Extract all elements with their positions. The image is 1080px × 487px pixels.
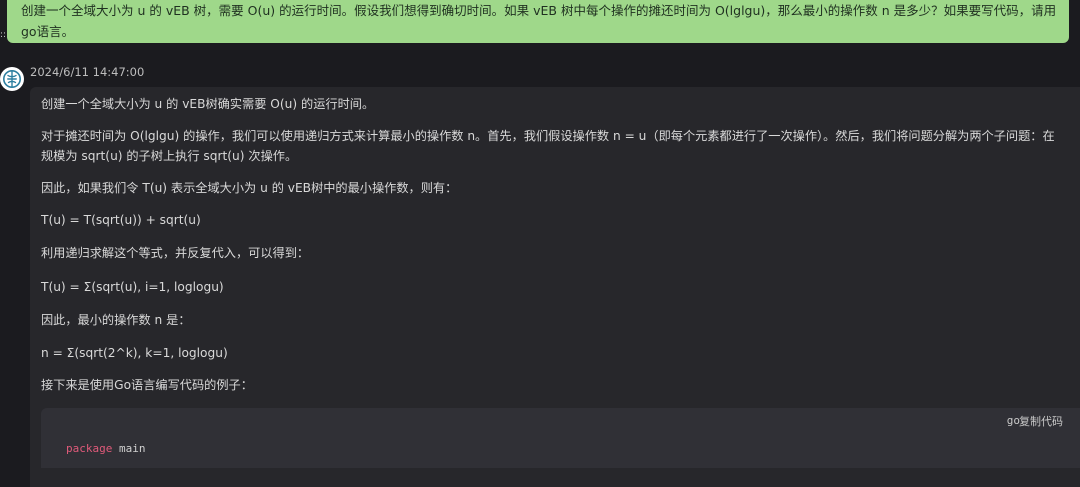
reply-paragraph-6: 接下来是使用Go语言编写代码的例子： [41,378,253,392]
reply-paragraph-2-line-2: 规模为 sqrt(u) 的子树上执行 sqrt(u) 次操作。 [41,149,298,163]
reply-formula-sum: T(u) = Σ(sqrt(u), i=1, loglogu) [41,280,224,294]
assistant-avatar [0,67,24,91]
code-package-name: main [118,442,146,455]
code-keyword: package [66,442,113,455]
user-message-line-1: 创建一个全域大小为 u 的 vEB 树，需要 O(u) 的运行时间。假设我们想得… [21,3,1057,18]
side-marker: :: [0,30,7,40]
reply-paragraph-1: 创建一个全域大小为 u 的 vEB树确实需要 O(u) 的运行时间。 [41,97,375,111]
reply-paragraph-4: 利用递归求解这个等式，并反复代入，可以得到： [41,246,310,260]
reply-paragraph-3: 因此，如果我们令 T(u) 表示全域大小为 u 的 vEB树中的最小操作数，则有… [41,181,458,195]
code-block [41,408,1080,468]
reply-paragraph-2-line-1: 对于摊还时间为 O(lglgu) 的操作，我们可以使用递归方式来计算最小的操作数… [41,129,1055,143]
reply-formula-n: n = Σ(sqrt(2^k), k=1, loglogu) [41,346,228,360]
copy-code-button[interactable]: 复制代码 [1019,413,1063,429]
reply-paragraph-5: 因此，最小的操作数 n 是： [41,313,191,327]
reply-formula-recurrence: T(u) = T(sqrt(u)) + sqrt(u) [41,213,201,227]
code-line-1: package main [66,442,145,455]
assistant-logo-icon [1,68,23,90]
reply-timestamp: 2024/6/11 14:47:00 [30,65,145,79]
user-message-bubble: 创建一个全域大小为 u 的 vEB 树，需要 O(u) 的运行时间。假设我们想得… [7,0,1069,43]
code-language-label: go [1006,414,1020,427]
user-message-line-2: go语言。 [21,24,75,39]
